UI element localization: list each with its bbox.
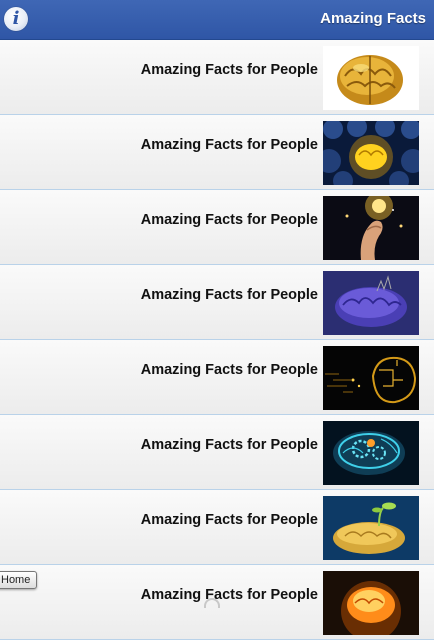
list-item-label: Amazing Facts for People [140, 212, 318, 228]
list-item-label: Amazing Facts for People [140, 137, 318, 153]
brain-sprout-thumbnail [323, 496, 419, 560]
home-button[interactable]: Home [0, 571, 38, 589]
list-item-label: Amazing Facts for People [140, 62, 318, 78]
list-item[interactable]: Amazing Facts for People [0, 265, 434, 340]
list-item[interactable]: Amazing Facts for People [0, 190, 434, 265]
list-item-label: Amazing Facts for People [140, 512, 318, 528]
list-item-label: Amazing Facts for People [140, 587, 318, 603]
list-item[interactable]: Amazing Facts for People [0, 490, 434, 565]
circuit-brain-thumbnail [323, 346, 419, 410]
hand-lightbulb-thumbnail [323, 196, 419, 260]
purple-brain-thumbnail [323, 271, 419, 335]
list-item-label: Amazing Facts for People [140, 362, 318, 378]
scroll-up-icon [204, 598, 220, 608]
list-item[interactable]: Amazing Facts for People [0, 40, 434, 115]
page-title: Amazing Facts [320, 10, 426, 27]
golden-brain-thumbnail [323, 46, 419, 110]
list-item[interactable]: Amazing Facts for People [0, 115, 434, 190]
gear-brain-thumbnail [323, 421, 419, 485]
info-icon[interactable]: i [4, 7, 28, 31]
list-item[interactable]: Amazing Facts for People [0, 415, 434, 490]
facts-list: Amazing Facts for People Amazing Facts f… [0, 40, 434, 640]
glowing-brain-crowd-thumbnail [323, 121, 419, 185]
app-header: i Amazing Facts [0, 0, 434, 40]
list-item-label: Amazing Facts for People [140, 437, 318, 453]
list-item[interactable]: Amazing Facts for People [0, 340, 434, 415]
fire-brain-thumbnail [323, 571, 419, 635]
list-item-label: Amazing Facts for People [140, 287, 318, 303]
